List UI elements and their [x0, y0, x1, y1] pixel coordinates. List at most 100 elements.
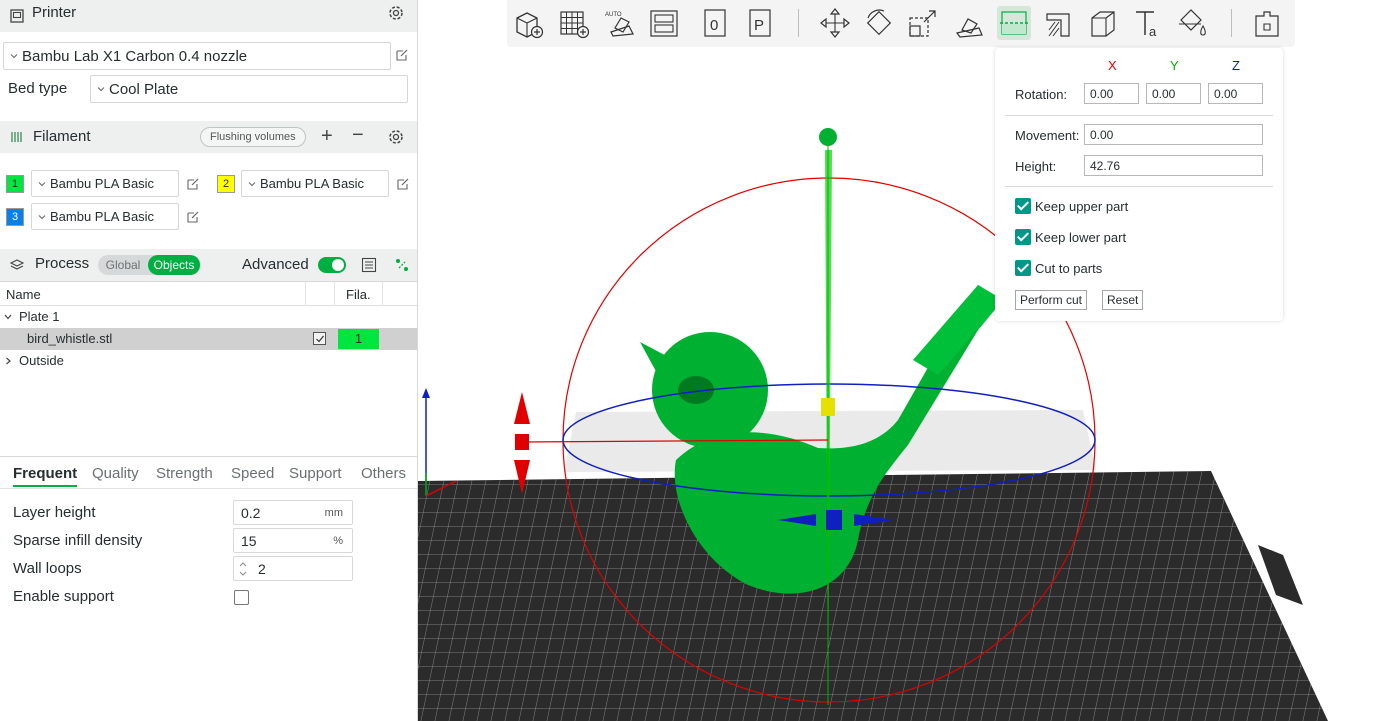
- chevron-down-icon: [10, 54, 18, 59]
- tab-quality[interactable]: Quality: [92, 465, 139, 482]
- object-name: bird_whistle.stl: [27, 331, 113, 346]
- svg-text:AUTO: AUTO: [605, 12, 622, 18]
- divider: [1005, 115, 1273, 116]
- filament-3-name: Bambu PLA Basic: [50, 209, 155, 224]
- mode-objects[interactable]: Objects: [148, 255, 200, 275]
- support-paint-icon[interactable]: [1041, 6, 1075, 40]
- filament-1-swatch[interactable]: 1: [6, 175, 24, 193]
- compare-icon[interactable]: [394, 257, 410, 273]
- cut-icon[interactable]: [997, 6, 1031, 40]
- layer-height-input[interactable]: 0.2 mm: [233, 500, 353, 525]
- printer-section-title: Printer: [32, 4, 77, 21]
- object-row[interactable]: bird_whistle.stl 1: [0, 328, 417, 350]
- add-filament-icon[interactable]: +: [321, 125, 333, 148]
- process-layers-icon: [9, 259, 25, 270]
- filament-1-name: Bambu PLA Basic: [50, 176, 155, 191]
- filament-settings-gear-icon[interactable]: [387, 128, 405, 146]
- axis-z-label: Z: [1232, 58, 1240, 73]
- tab-frequent[interactable]: Frequent: [13, 465, 78, 487]
- chevron-down-icon: [38, 181, 46, 186]
- chevron-right-icon[interactable]: [4, 357, 12, 365]
- tab-others[interactable]: Others: [361, 465, 406, 482]
- bed-type-select[interactable]: Cool Plate: [90, 75, 408, 103]
- edit-filament-2-icon[interactable]: [396, 177, 410, 191]
- wall-loops-value: 2: [258, 560, 266, 577]
- keep-lower-checkbox[interactable]: [1015, 229, 1031, 245]
- filament-2-select[interactable]: Bambu PLA Basic: [241, 170, 389, 197]
- wall-loops-stepper[interactable]: 2: [233, 556, 353, 581]
- rotation-x-input[interactable]: 0.00: [1084, 83, 1139, 104]
- wall-loops-label: Wall loops: [13, 560, 82, 577]
- advanced-toggle[interactable]: [318, 257, 346, 273]
- outside-row[interactable]: Outside: [0, 350, 417, 372]
- scale-icon[interactable]: [906, 6, 940, 40]
- movement-label: Movement:: [1015, 128, 1080, 143]
- edit-filament-3-icon[interactable]: [186, 210, 200, 224]
- plate-settings-icon[interactable]: P: [744, 6, 778, 40]
- assembly-icon[interactable]: [1250, 6, 1284, 40]
- chevron-down-icon: [97, 87, 105, 92]
- filament-3-select[interactable]: Bambu PLA Basic: [31, 203, 179, 230]
- edit-printer-icon[interactable]: [395, 48, 409, 62]
- tab-support[interactable]: Support: [289, 465, 342, 482]
- lay-on-face-icon[interactable]: [952, 6, 986, 40]
- object-list: Name Fila. Plate 1 bird_whistle.stl 1 Ou…: [0, 281, 417, 457]
- orient-plate-icon[interactable]: 0: [699, 6, 733, 40]
- rotation-z-input[interactable]: 0.00: [1208, 83, 1263, 104]
- infill-unit: %: [333, 534, 343, 547]
- cut-to-parts-checkbox[interactable]: [1015, 260, 1031, 276]
- infill-value: 15: [241, 532, 257, 549]
- filament-3-index: 3: [11, 211, 19, 223]
- enable-support-checkbox[interactable]: [234, 590, 249, 605]
- keep-upper-checkbox[interactable]: [1015, 198, 1031, 214]
- rotation-y-input[interactable]: 0.00: [1146, 83, 1201, 104]
- plate-row[interactable]: Plate 1: [0, 306, 417, 328]
- color-paint-icon[interactable]: [1175, 6, 1209, 40]
- chevron-down-icon[interactable]: [4, 313, 12, 321]
- rotation-label: Rotation:: [1015, 87, 1068, 102]
- text-icon[interactable]: a: [1131, 6, 1165, 40]
- edit-filament-1-icon[interactable]: [186, 177, 200, 191]
- reset-button[interactable]: Reset: [1102, 290, 1144, 310]
- move-icon[interactable]: [818, 6, 852, 40]
- height-input[interactable]: 42.76: [1084, 155, 1263, 176]
- seam-paint-icon[interactable]: [1086, 6, 1120, 40]
- tab-strength[interactable]: Strength: [156, 465, 213, 482]
- auto-orient-icon[interactable]: AUTO: [603, 6, 637, 40]
- printer-select[interactable]: Bambu Lab X1 Carbon 0.4 nozzle: [3, 42, 391, 70]
- chevron-down-icon: [38, 214, 46, 219]
- advanced-label: Advanced: [242, 256, 309, 273]
- svg-text:P: P: [754, 17, 764, 34]
- arrange-icon[interactable]: [647, 6, 681, 40]
- flushing-volumes-button[interactable]: Flushing volumes: [200, 127, 306, 147]
- stepper-arrows-icon[interactable]: [238, 560, 248, 578]
- printer-settings-gear-icon[interactable]: [387, 4, 405, 22]
- printer-name: Bambu Lab X1 Carbon 0.4 nozzle: [22, 47, 248, 65]
- movement-input[interactable]: 0.00: [1084, 124, 1263, 145]
- keep-upper-label: Keep upper part: [1035, 199, 1129, 214]
- remove-filament-icon[interactable]: −: [352, 124, 364, 147]
- process-list-icon[interactable]: [361, 257, 377, 273]
- rotate-icon[interactable]: [862, 6, 896, 40]
- perform-cut-button[interactable]: Perform cut: [1015, 290, 1088, 310]
- bed-type-label: Bed type: [8, 80, 68, 97]
- object-filament-badge[interactable]: 1: [338, 329, 379, 349]
- col-name-header[interactable]: Name: [6, 287, 41, 302]
- process-section-header: Process: [0, 249, 417, 281]
- object-visible-checkbox[interactable]: [313, 332, 326, 345]
- param-tabs: Frequent Quality Strength Speed Support …: [0, 461, 417, 489]
- add-plate-icon[interactable]: [557, 6, 591, 40]
- col-fila-header[interactable]: Fila.: [346, 287, 371, 302]
- add-object-icon[interactable]: [512, 6, 546, 40]
- filament-1-select[interactable]: Bambu PLA Basic: [31, 170, 179, 197]
- tab-speed[interactable]: Speed: [231, 465, 274, 482]
- infill-input[interactable]: 15 %: [233, 528, 353, 553]
- mode-global[interactable]: Global: [98, 258, 148, 272]
- process-mode-switch[interactable]: Global Objects: [98, 255, 201, 275]
- bed-type-value: Cool Plate: [109, 80, 179, 98]
- process-section-title: Process: [35, 255, 90, 272]
- filament-2-swatch[interactable]: 2: [217, 175, 235, 193]
- sidebar: Printer Bambu Lab X1 Carbon 0.4 nozzle B…: [0, 0, 418, 721]
- chevron-down-icon: [248, 181, 256, 186]
- filament-3-swatch[interactable]: 3: [6, 208, 24, 226]
